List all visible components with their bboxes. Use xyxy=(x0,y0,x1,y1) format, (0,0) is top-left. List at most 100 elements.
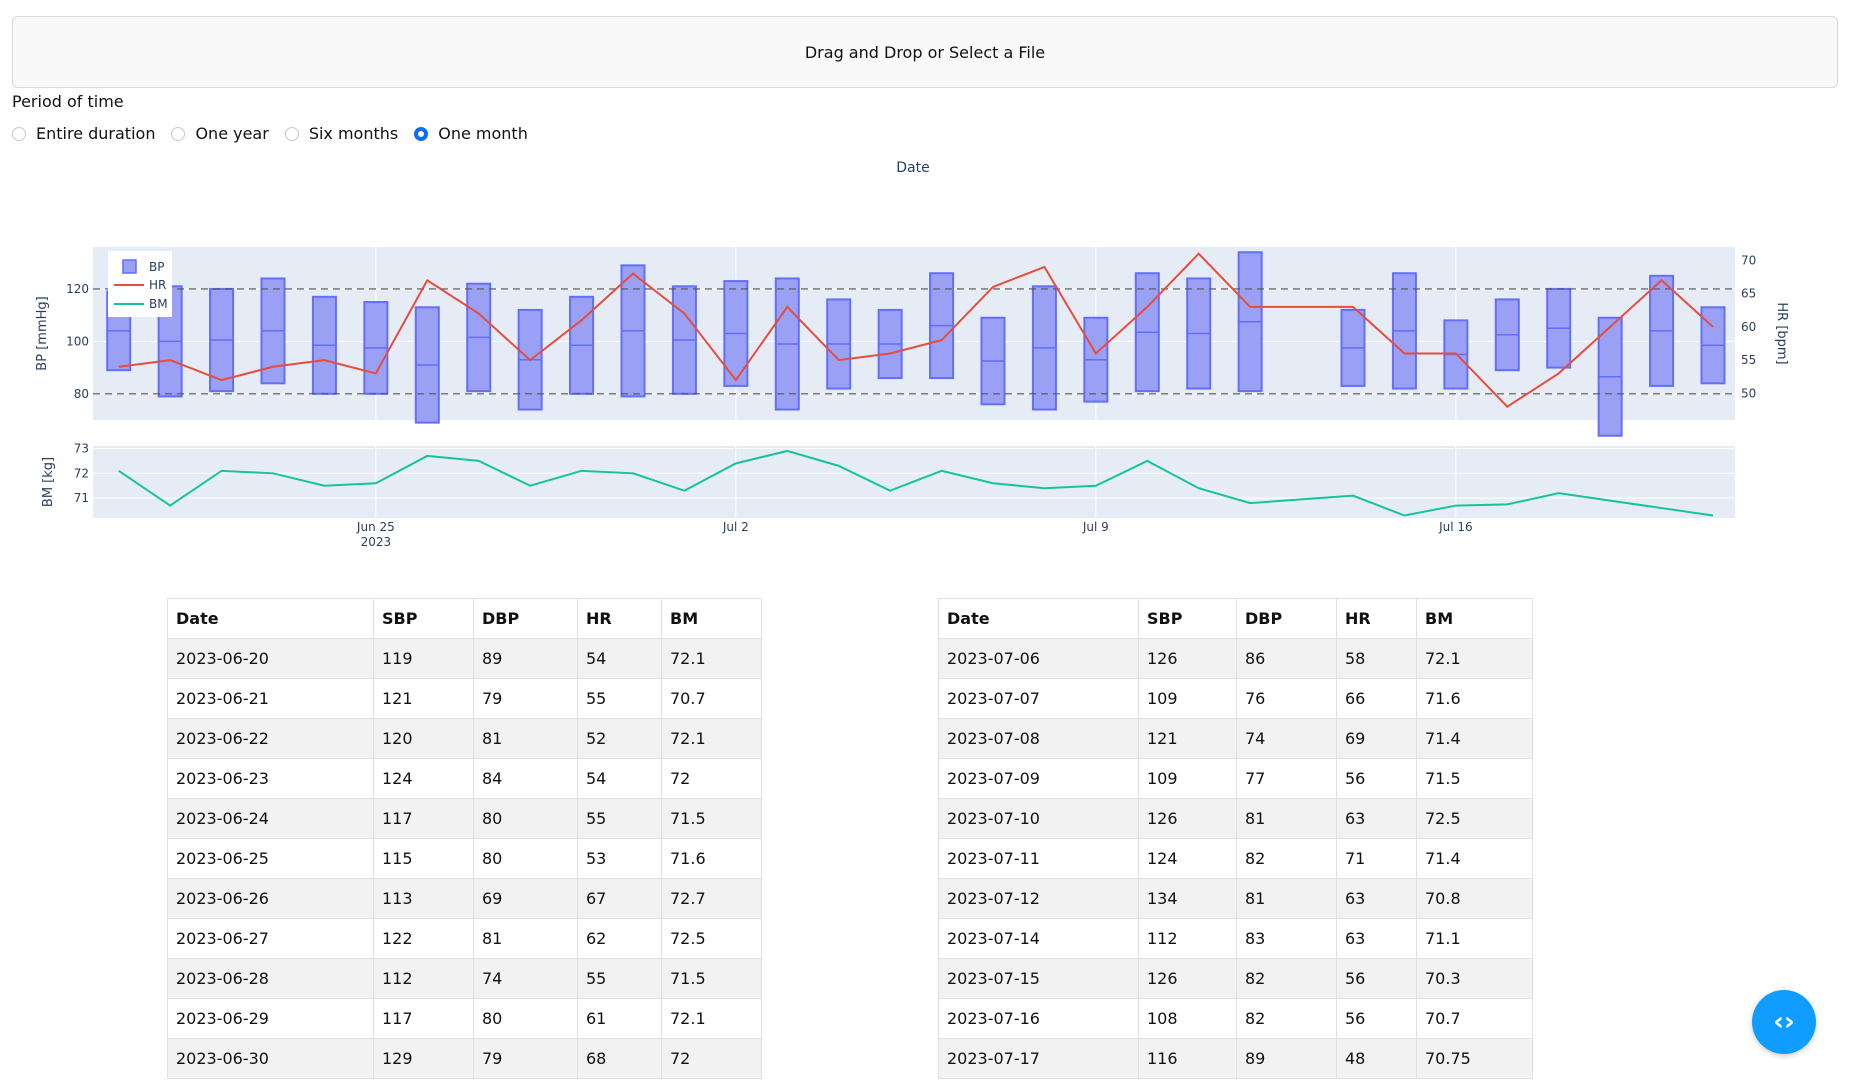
table-cell: 79 xyxy=(473,678,578,719)
table-cell: 70.3 xyxy=(1416,958,1533,999)
table-cell: 52 xyxy=(577,718,662,759)
table-cell: 72.1 xyxy=(661,638,762,679)
legend-label: BP xyxy=(149,260,164,274)
radio-label: One month xyxy=(438,124,528,143)
table-cell: 77 xyxy=(1236,758,1337,799)
table-row: 2023-06-23 124 84 54 72 xyxy=(167,758,762,799)
table-cell: 55 xyxy=(577,798,662,839)
table-row: 2023-06-24 117 80 55 71.5 xyxy=(167,798,762,839)
table-cell: 2023-07-12 xyxy=(938,878,1139,919)
table-row: 2023-06-21 121 79 55 70.7 xyxy=(167,678,762,719)
radio-one-month[interactable]: One month xyxy=(414,124,528,143)
chart-svg: Date Jun 252023 Jul 2 Jul 9 Jul 16 80 100 120 50… xyxy=(35,160,1789,549)
table-cell: 55 xyxy=(577,958,662,999)
table-cell: 72.5 xyxy=(661,918,762,959)
x-tick-label: Jun 25 xyxy=(356,520,395,534)
bm-tick-label: 73 xyxy=(74,441,89,455)
period-label: Period of time xyxy=(12,92,124,111)
table-cell: 79 xyxy=(473,1038,578,1079)
radio-one-year[interactable]: One year xyxy=(171,124,269,143)
radio-button[interactable] xyxy=(171,126,186,141)
table-cell: 63 xyxy=(1336,878,1417,919)
bm-tick-label: 72 xyxy=(74,466,89,480)
table-cell: 82 xyxy=(1236,958,1337,999)
table-cell: 80 xyxy=(473,998,578,1039)
table-cell: 109 xyxy=(1138,678,1237,719)
table-cell: 71.4 xyxy=(1416,718,1533,759)
table-cell: 2023-06-24 xyxy=(167,798,374,839)
table-cell: 2023-06-22 xyxy=(167,718,374,759)
table-cell: 69 xyxy=(473,878,578,919)
table-row: 2023-07-15 126 82 56 70.3 xyxy=(938,958,1533,999)
legend-label: HR xyxy=(149,278,166,292)
table-cell: 2023-07-15 xyxy=(938,958,1139,999)
table-cell: 2023-07-16 xyxy=(938,998,1139,1039)
table-cell: 71.5 xyxy=(1416,758,1533,799)
table-cell: 82 xyxy=(1236,998,1337,1039)
column-header: DBP xyxy=(473,598,578,639)
legend-label: BM xyxy=(149,297,168,311)
table-cell: 117 xyxy=(373,998,474,1039)
table-cell: 71.5 xyxy=(661,798,762,839)
period-radio-group: Entire duration One year Six months One … xyxy=(12,124,544,143)
table-cell: 117 xyxy=(373,798,474,839)
table-cell: 69 xyxy=(1336,718,1417,759)
table-row: 2023-07-14 112 83 63 71.1 xyxy=(938,918,1533,959)
table-cell: 112 xyxy=(1138,918,1237,959)
column-header: BM xyxy=(1416,598,1533,639)
table-cell: 56 xyxy=(1336,958,1417,999)
table-row: 2023-06-29 117 80 61 72.1 xyxy=(167,998,762,1039)
radio-button[interactable] xyxy=(12,126,26,141)
table-cell: 81 xyxy=(1236,798,1337,839)
table-cell: 56 xyxy=(1336,998,1417,1039)
table-cell: 56 xyxy=(1336,758,1417,799)
y2-tick-label: 60 xyxy=(1741,320,1756,334)
table-cell: 55 xyxy=(577,678,662,719)
radio-button[interactable] xyxy=(284,126,299,141)
code-toggle-button[interactable]: ‹› xyxy=(1752,990,1816,1054)
table-cell: 54 xyxy=(577,638,662,679)
table-cell: 2023-07-11 xyxy=(938,838,1139,879)
radio-entire-duration[interactable]: Entire duration xyxy=(12,124,155,143)
table-cell: 89 xyxy=(1236,1038,1337,1079)
table-cell: 71.4 xyxy=(1416,838,1533,879)
bm-tick-label: 71 xyxy=(74,491,89,505)
table-cell: 76 xyxy=(1236,678,1337,719)
table-cell: 70.75 xyxy=(1416,1038,1533,1079)
y-tick-label: 120 xyxy=(66,282,89,296)
column-header: DBP xyxy=(1236,598,1337,639)
radio-six-months[interactable]: Six months xyxy=(284,124,398,143)
table-cell: 126 xyxy=(1138,958,1237,999)
table-cell: 62 xyxy=(577,918,662,959)
table-cell: 2023-06-26 xyxy=(167,878,374,919)
file-upload-dropzone[interactable]: Drag and Drop or Select a File xyxy=(12,16,1838,88)
health-chart: Date Jun 25 2023 Jul 2 Jul 9 Jul 16 80 100 120 50… xyxy=(0,150,1850,574)
table-cell: 2023-06-30 xyxy=(167,1038,374,1079)
column-header: HR xyxy=(577,598,662,639)
table-cell: 120 xyxy=(373,718,474,759)
radio-button-selected[interactable] xyxy=(414,126,429,141)
table-cell: 72.1 xyxy=(661,718,762,759)
table-cell: 63 xyxy=(1336,798,1417,839)
table-cell: 68 xyxy=(577,1038,662,1079)
column-header: Date xyxy=(167,598,374,639)
x-tick-sublabel: 2023 xyxy=(361,535,392,549)
table-cell: 2023-07-06 xyxy=(938,638,1139,679)
legend-bp-swatch xyxy=(122,259,137,274)
table-cell: 2023-07-14 xyxy=(938,918,1139,959)
table-row: 2023-06-22 120 81 52 72.1 xyxy=(167,718,762,759)
table-cell: 134 xyxy=(1138,878,1237,919)
table-cell: 2023-07-08 xyxy=(938,718,1139,759)
table-cell: 121 xyxy=(373,678,474,719)
table-cell: 2023-06-28 xyxy=(167,958,374,999)
table-cell: 124 xyxy=(1138,838,1237,879)
x-tick-label: Jul 9 xyxy=(1082,520,1109,534)
x-tick-label: Jul 2 xyxy=(722,520,749,534)
column-header: BM xyxy=(661,598,762,639)
table-cell: 2023-06-27 xyxy=(167,918,374,959)
table-cell: 80 xyxy=(473,798,578,839)
table-cell: 2023-06-21 xyxy=(167,678,374,719)
chart-title: Date xyxy=(896,160,929,176)
table-cell: 2023-06-20 xyxy=(167,638,374,679)
table-cell: 2023-07-17 xyxy=(938,1038,1139,1079)
